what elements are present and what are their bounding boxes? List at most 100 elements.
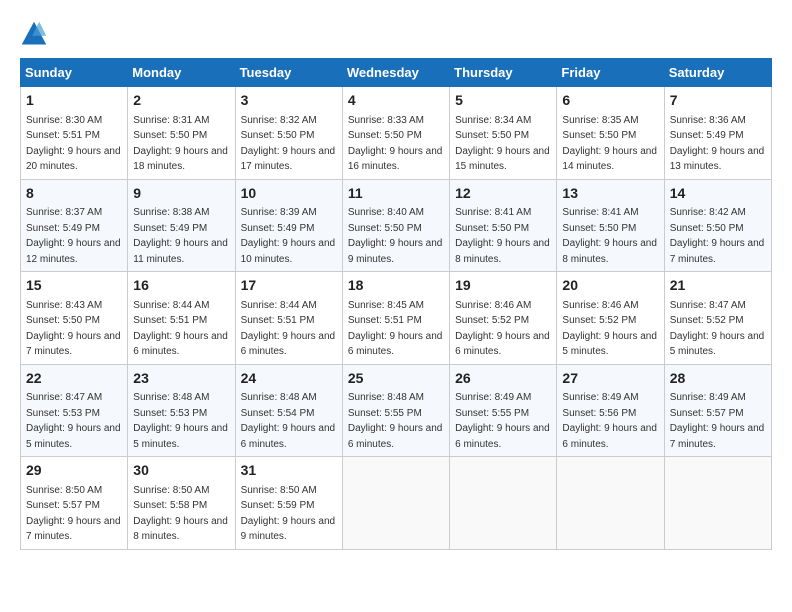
day-info: Sunrise: 8:31 AMSunset: 5:50 PMDaylight:… xyxy=(133,115,228,173)
calendar-cell: 30 Sunrise: 8:50 AMSunset: 5:58 PMDayligh… xyxy=(128,457,235,550)
calendar-cell: 22 Sunrise: 8:47 AMSunset: 5:53 PMDayligh… xyxy=(21,364,128,457)
day-info: Sunrise: 8:45 AMSunset: 5:51 PMDaylight:… xyxy=(348,300,443,358)
calendar-cell: 9 Sunrise: 8:38 AMSunset: 5:49 PMDaylight… xyxy=(128,179,235,272)
day-number: 29 xyxy=(26,461,122,481)
calendar-cell: 12 Sunrise: 8:41 AMSunset: 5:50 PMDayligh… xyxy=(450,179,557,272)
day-number: 16 xyxy=(133,276,229,296)
day-info: Sunrise: 8:48 AMSunset: 5:55 PMDaylight:… xyxy=(348,392,443,450)
calendar-cell: 28 Sunrise: 8:49 AMSunset: 5:57 PMDayligh… xyxy=(664,364,771,457)
calendar-cell: 15Sunrise: 8:43 AMSunset: 5:50 PMDayligh… xyxy=(21,272,128,365)
day-number: 28 xyxy=(670,369,766,389)
calendar-cell: 6Sunrise: 8:35 AMSunset: 5:50 PMDaylight… xyxy=(557,87,664,180)
day-info: Sunrise: 8:50 AMSunset: 5:57 PMDaylight:… xyxy=(26,485,121,543)
day-number: 24 xyxy=(241,369,337,389)
calendar-cell xyxy=(664,457,771,550)
day-number: 27 xyxy=(562,369,658,389)
calendar-cell: 14 Sunrise: 8:42 AMSunset: 5:50 PMDayligh… xyxy=(664,179,771,272)
day-info: Sunrise: 8:30 AMSunset: 5:51 PMDaylight:… xyxy=(26,115,121,173)
day-number: 31 xyxy=(241,461,337,481)
day-number: 7 xyxy=(670,91,766,111)
day-info: Sunrise: 8:46 AMSunset: 5:52 PMDaylight:… xyxy=(455,300,550,358)
column-header-saturday: Saturday xyxy=(664,59,771,87)
day-number: 20 xyxy=(562,276,658,296)
day-number: 4 xyxy=(348,91,444,111)
calendar-cell: 23 Sunrise: 8:48 AMSunset: 5:53 PMDayligh… xyxy=(128,364,235,457)
calendar-cell: 1 Sunrise: 8:30 AMSunset: 5:51 PMDaylight… xyxy=(21,87,128,180)
logo xyxy=(20,20,52,48)
day-info: Sunrise: 8:44 AMSunset: 5:51 PMDaylight:… xyxy=(241,300,336,358)
calendar-cell xyxy=(557,457,664,550)
day-info: Sunrise: 8:41 AMSunset: 5:50 PMDaylight:… xyxy=(455,207,550,265)
day-info: Sunrise: 8:49 AMSunset: 5:56 PMDaylight:… xyxy=(562,392,657,450)
page-header xyxy=(20,20,772,48)
day-info: Sunrise: 8:34 AMSunset: 5:50 PMDaylight:… xyxy=(455,115,550,173)
day-number: 3 xyxy=(241,91,337,111)
day-number: 11 xyxy=(348,184,444,204)
day-number: 9 xyxy=(133,184,229,204)
day-number: 22 xyxy=(26,369,122,389)
calendar-cell: 21 Sunrise: 8:47 AMSunset: 5:52 PMDayligh… xyxy=(664,272,771,365)
logo-icon xyxy=(20,20,48,48)
calendar-table: SundayMondayTuesdayWednesdayThursdayFrid… xyxy=(20,58,772,550)
calendar-cell: 26 Sunrise: 8:49 AMSunset: 5:55 PMDayligh… xyxy=(450,364,557,457)
column-header-tuesday: Tuesday xyxy=(235,59,342,87)
day-number: 12 xyxy=(455,184,551,204)
column-header-friday: Friday xyxy=(557,59,664,87)
day-info: Sunrise: 8:39 AMSunset: 5:49 PMDaylight:… xyxy=(241,207,336,265)
day-number: 10 xyxy=(241,184,337,204)
day-info: Sunrise: 8:33 AMSunset: 5:50 PMDaylight:… xyxy=(348,115,443,173)
day-info: Sunrise: 8:47 AMSunset: 5:52 PMDaylight:… xyxy=(670,300,765,358)
day-info: Sunrise: 8:42 AMSunset: 5:50 PMDaylight:… xyxy=(670,207,765,265)
day-number: 21 xyxy=(670,276,766,296)
day-info: Sunrise: 8:40 AMSunset: 5:50 PMDaylight:… xyxy=(348,207,443,265)
calendar-cell: 18 Sunrise: 8:45 AMSunset: 5:51 PMDayligh… xyxy=(342,272,449,365)
day-number: 18 xyxy=(348,276,444,296)
calendar-cell: 31 Sunrise: 8:50 AMSunset: 5:59 PMDayligh… xyxy=(235,457,342,550)
calendar-cell: 8 Sunrise: 8:37 AMSunset: 5:49 PMDaylight… xyxy=(21,179,128,272)
day-info: Sunrise: 8:46 AMSunset: 5:52 PMDaylight:… xyxy=(562,300,657,358)
day-number: 1 xyxy=(26,91,122,111)
day-number: 14 xyxy=(670,184,766,204)
day-number: 26 xyxy=(455,369,551,389)
day-info: Sunrise: 8:50 AMSunset: 5:58 PMDaylight:… xyxy=(133,485,228,543)
calendar-cell xyxy=(342,457,449,550)
day-number: 23 xyxy=(133,369,229,389)
column-header-thursday: Thursday xyxy=(450,59,557,87)
calendar-cell: 4 Sunrise: 8:33 AMSunset: 5:50 PMDaylight… xyxy=(342,87,449,180)
day-number: 15 xyxy=(26,276,122,296)
day-info: Sunrise: 8:44 AMSunset: 5:51 PMDaylight:… xyxy=(133,300,228,358)
day-info: Sunrise: 8:32 AMSunset: 5:50 PMDaylight:… xyxy=(241,115,336,173)
calendar-cell xyxy=(450,457,557,550)
day-number: 13 xyxy=(562,184,658,204)
calendar-cell: 2Sunrise: 8:31 AMSunset: 5:50 PMDaylight… xyxy=(128,87,235,180)
day-info: Sunrise: 8:47 AMSunset: 5:53 PMDaylight:… xyxy=(26,392,121,450)
column-header-monday: Monday xyxy=(128,59,235,87)
day-info: Sunrise: 8:49 AMSunset: 5:55 PMDaylight:… xyxy=(455,392,550,450)
calendar-cell: 3 Sunrise: 8:32 AMSunset: 5:50 PMDaylight… xyxy=(235,87,342,180)
calendar-cell: 17Sunrise: 8:44 AMSunset: 5:51 PMDayligh… xyxy=(235,272,342,365)
day-number: 30 xyxy=(133,461,229,481)
calendar-cell: 7 Sunrise: 8:36 AMSunset: 5:49 PMDaylight… xyxy=(664,87,771,180)
column-header-sunday: Sunday xyxy=(21,59,128,87)
day-info: Sunrise: 8:35 AMSunset: 5:50 PMDaylight:… xyxy=(562,115,657,173)
calendar-cell: 25Sunrise: 8:48 AMSunset: 5:55 PMDayligh… xyxy=(342,364,449,457)
day-info: Sunrise: 8:41 AMSunset: 5:50 PMDaylight:… xyxy=(562,207,657,265)
calendar-cell: 13 Sunrise: 8:41 AMSunset: 5:50 PMDayligh… xyxy=(557,179,664,272)
day-info: Sunrise: 8:49 AMSunset: 5:57 PMDaylight:… xyxy=(670,392,765,450)
calendar-cell: 11 Sunrise: 8:40 AMSunset: 5:50 PMDayligh… xyxy=(342,179,449,272)
day-info: Sunrise: 8:48 AMSunset: 5:54 PMDaylight:… xyxy=(241,392,336,450)
calendar-cell: 19Sunrise: 8:46 AMSunset: 5:52 PMDayligh… xyxy=(450,272,557,365)
day-info: Sunrise: 8:36 AMSunset: 5:49 PMDaylight:… xyxy=(670,115,765,173)
calendar-cell: 29 Sunrise: 8:50 AMSunset: 5:57 PMDayligh… xyxy=(21,457,128,550)
day-number: 8 xyxy=(26,184,122,204)
day-info: Sunrise: 8:48 AMSunset: 5:53 PMDaylight:… xyxy=(133,392,228,450)
column-header-wednesday: Wednesday xyxy=(342,59,449,87)
day-info: Sunrise: 8:38 AMSunset: 5:49 PMDaylight:… xyxy=(133,207,228,265)
day-info: Sunrise: 8:50 AMSunset: 5:59 PMDaylight:… xyxy=(241,485,336,543)
calendar-cell: 5Sunrise: 8:34 AMSunset: 5:50 PMDaylight… xyxy=(450,87,557,180)
day-info: Sunrise: 8:37 AMSunset: 5:49 PMDaylight:… xyxy=(26,207,121,265)
calendar-cell: 27 Sunrise: 8:49 AMSunset: 5:56 PMDayligh… xyxy=(557,364,664,457)
calendar-cell: 16 Sunrise: 8:44 AMSunset: 5:51 PMDayligh… xyxy=(128,272,235,365)
calendar-cell: 20 Sunrise: 8:46 AMSunset: 5:52 PMDayligh… xyxy=(557,272,664,365)
calendar-cell: 10 Sunrise: 8:39 AMSunset: 5:49 PMDayligh… xyxy=(235,179,342,272)
